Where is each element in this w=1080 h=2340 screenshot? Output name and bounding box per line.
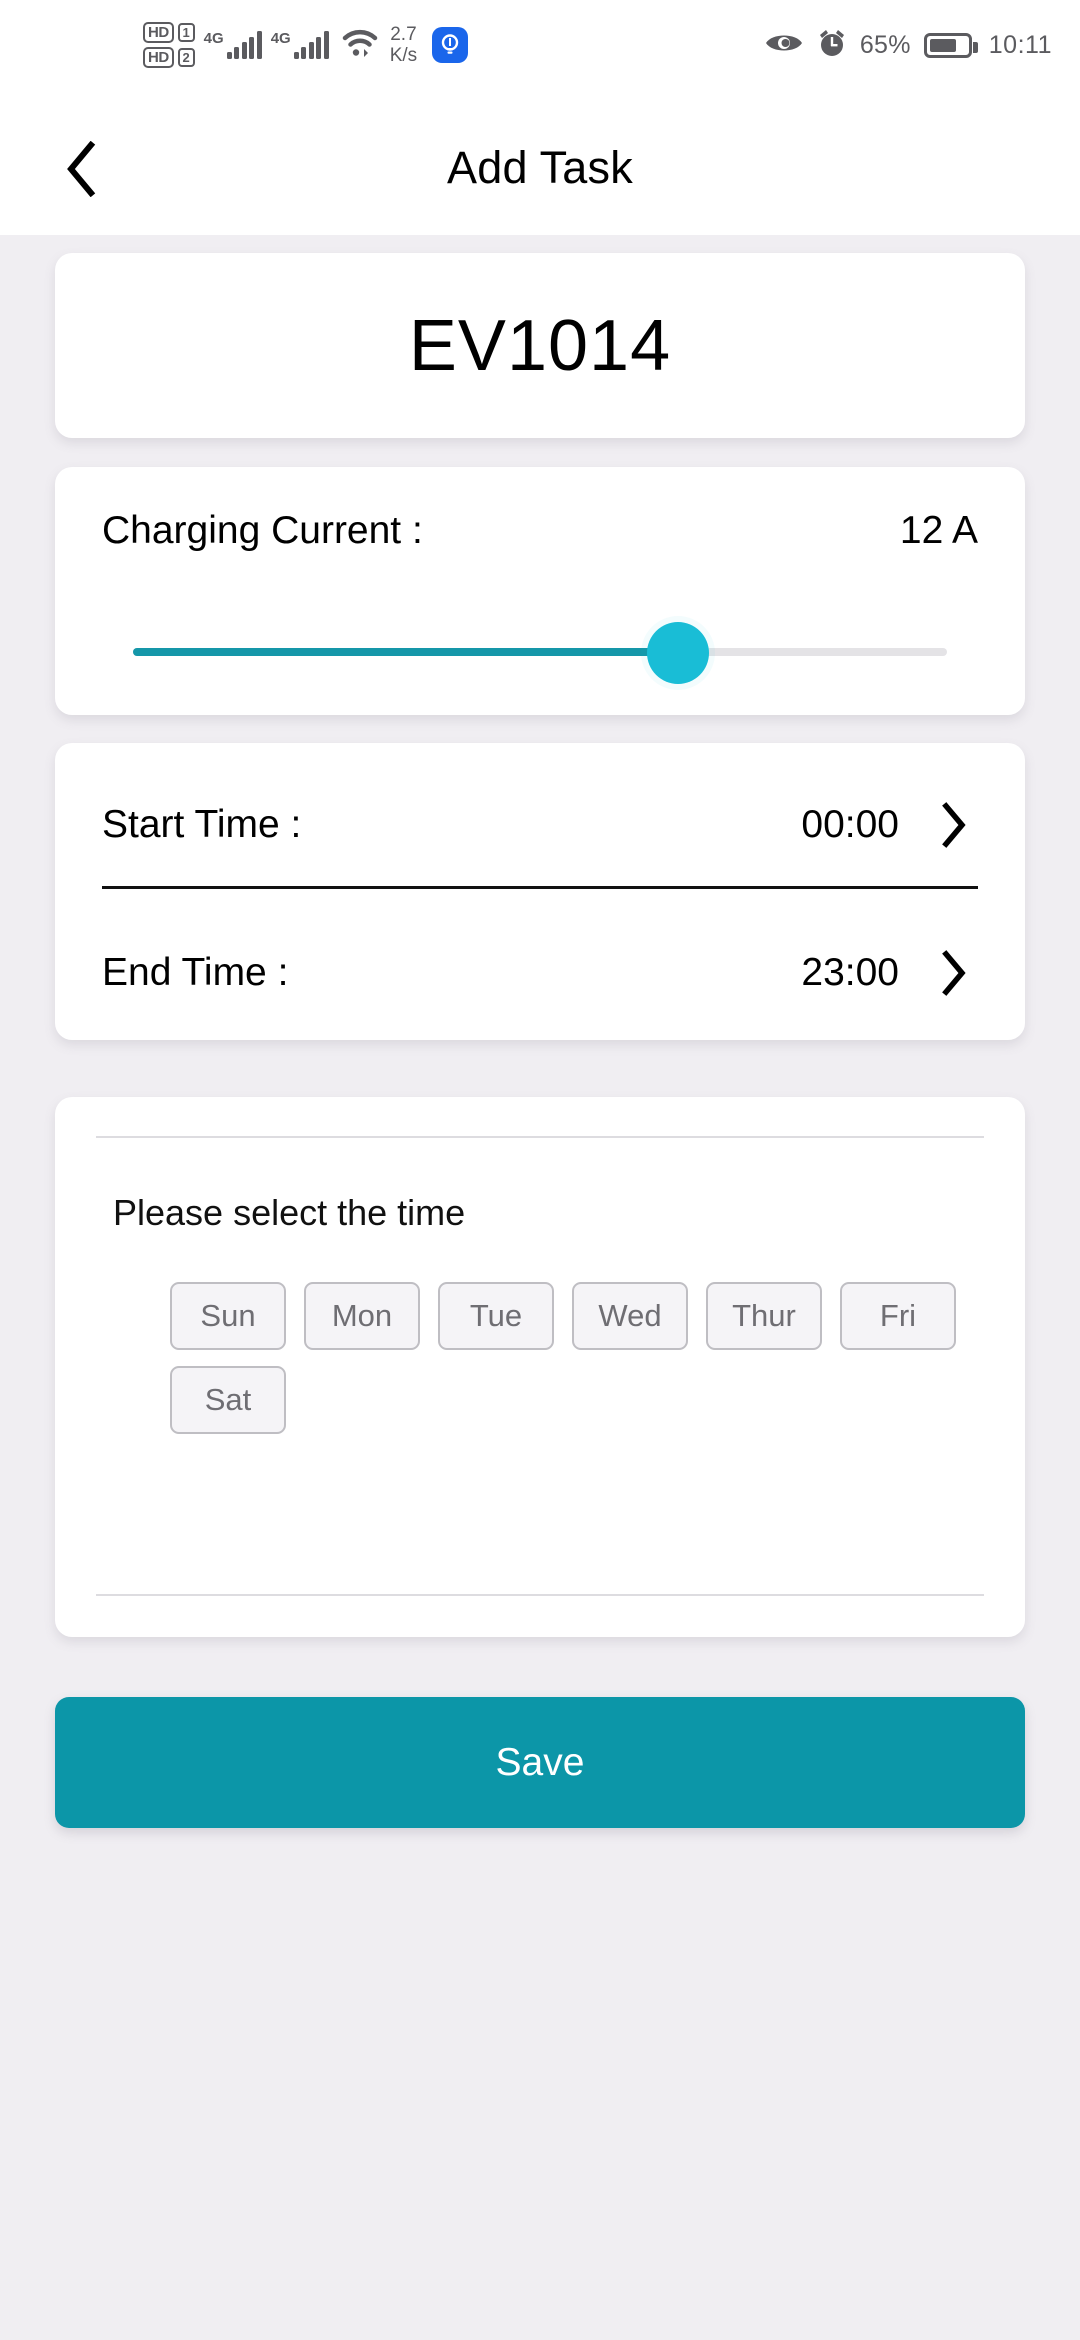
signal-4g-icon-1: 4G — [204, 31, 262, 59]
day-chip-label: Thur — [732, 1298, 796, 1333]
charging-current-card: Charging Current : 12 A — [55, 467, 1025, 715]
signal-bars-1 — [226, 31, 262, 59]
signal-4g-icon-2: 4G — [271, 31, 329, 59]
days-divider-top — [96, 1136, 984, 1138]
status-clock: 10:11 — [988, 31, 1052, 59]
day-chip-label: Sun — [200, 1298, 256, 1333]
start-time-label: Start Time : — [102, 803, 302, 846]
day-chip-thur[interactable]: Thur — [706, 1282, 822, 1350]
charging-current-value: 12 A — [899, 509, 978, 552]
device-name-card: EV1014 — [55, 253, 1025, 438]
chevron-right-icon — [941, 950, 967, 996]
page-title: Add Task — [447, 141, 633, 193]
day-chip-label: Tue — [469, 1298, 523, 1333]
signal-bars-2 — [293, 31, 329, 59]
end-time-row[interactable]: End Time : 23:00 — [55, 918, 1025, 1028]
day-chips-grid: Sun Mon Tue Wed Thur Fri Sat — [170, 1282, 970, 1434]
device-name: EV1014 — [408, 305, 672, 386]
status-bar-right: 65% 10:11 — [764, 28, 1052, 63]
slider-thumb[interactable] — [647, 622, 710, 684]
network-type-1: 4G — [203, 30, 224, 47]
data-rate-value: 2.7 — [390, 24, 417, 45]
alarm-icon — [817, 28, 847, 63]
day-chip-wed[interactable]: Wed — [572, 1282, 688, 1350]
status-bar-left: HD 1 HD 2 4G 4G 2.7 K/s — [143, 22, 469, 68]
day-selector-card: Please select the time Sun Mon Tue Wed Thur F… — [55, 1097, 1025, 1637]
sim2-number: 2 — [177, 48, 195, 67]
day-chip-tue[interactable]: Tue — [438, 1282, 554, 1350]
hd2-icon: HD — [143, 47, 174, 68]
day-chip-label: Wed — [598, 1298, 662, 1333]
day-chip-sun[interactable]: Sun — [170, 1282, 286, 1350]
days-divider-bottom — [96, 1594, 984, 1596]
sim1-number: 1 — [177, 23, 195, 42]
battery-percent: 65% — [859, 31, 911, 59]
start-time-value: 00:00 — [801, 803, 899, 846]
day-chip-label: Sat — [204, 1382, 252, 1417]
day-chip-sat[interactable]: Sat — [170, 1366, 286, 1434]
title-bar: Add Task — [0, 100, 1080, 235]
days-hint: Please select the time — [113, 1192, 466, 1233]
dual-sim-badges: HD 1 HD 2 — [143, 22, 195, 68]
battery-icon — [923, 33, 978, 58]
chevron-right-icon — [941, 802, 967, 848]
charging-current-label: Charging Current : — [102, 509, 423, 552]
slider-track-fill — [133, 648, 679, 656]
hd1-icon: HD — [143, 22, 174, 43]
sim2-row: HD 2 — [143, 47, 195, 68]
end-time-value: 23:00 — [801, 951, 899, 994]
data-rate-unit: K/s — [389, 45, 418, 66]
network-type-2: 4G — [270, 30, 291, 47]
data-rate: 2.7 K/s — [390, 24, 417, 66]
day-chip-label: Fri — [879, 1298, 917, 1333]
end-time-label: End Time : — [102, 951, 289, 994]
sim1-row: HD 1 — [143, 22, 195, 43]
start-time-row[interactable]: Start Time : 00:00 — [55, 770, 1025, 880]
day-chip-mon[interactable]: Mon — [304, 1282, 420, 1350]
eye-icon — [764, 30, 804, 61]
wifi-icon — [342, 29, 378, 62]
save-button[interactable]: Save — [55, 1697, 1025, 1828]
status-bar: HD 1 HD 2 4G 4G 2.7 K/s 65% 10:11 — [0, 0, 1080, 100]
charging-current-slider[interactable] — [133, 622, 947, 684]
time-rows-divider — [102, 886, 978, 889]
app-screen: HD 1 HD 2 4G 4G 2.7 K/s 65% 10:11 Add Ta… — [0, 0, 1080, 2340]
day-chip-fri[interactable]: Fri — [840, 1282, 956, 1350]
schedule-time-card: Start Time : 00:00 End Time : 23:00 — [55, 743, 1025, 1040]
charging-current-header: Charging Current : 12 A — [102, 509, 978, 553]
day-chip-label: Mon — [331, 1298, 393, 1333]
bulb-icon — [432, 27, 469, 63]
